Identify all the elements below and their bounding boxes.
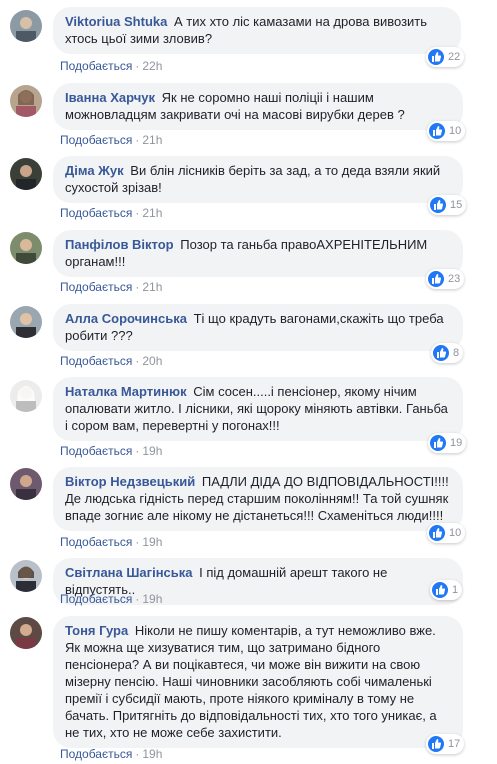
reaction-count[interactable]: 22 — [426, 47, 465, 67]
reaction-count[interactable]: 19 — [428, 433, 467, 453]
comment-bubble: Viktoriua Shtuka А тих хто ліс камазами … — [53, 7, 461, 54]
comment-author[interactable]: Світлана Шагінська — [65, 565, 193, 580]
comment-time[interactable]: 22h — [142, 59, 162, 73]
like-link[interactable]: Подобається — [60, 354, 132, 368]
comment-bubble: Алла Сорочинська Ті що крадуть вагонами,… — [53, 304, 463, 351]
like-link[interactable]: Подобається — [60, 747, 132, 761]
avatar[interactable] — [10, 85, 42, 117]
comment-time[interactable]: 19h — [142, 592, 162, 606]
like-link[interactable]: Подобається — [60, 59, 132, 73]
avatar[interactable] — [10, 468, 42, 500]
comment-bubble: Іванна Харчук Як не соромно нашi полiцii… — [53, 83, 463, 130]
comment-bubble: Діма Жук Ви блін лісників беріть за зад,… — [53, 156, 463, 203]
separator: · — [135, 592, 140, 606]
thumbs-up-icon — [429, 123, 445, 139]
thumbs-up-icon — [428, 271, 444, 287]
thumbs-up-icon — [433, 345, 449, 361]
reaction-count[interactable]: 10 — [427, 523, 466, 543]
comment-actions: Подобається · 21h — [60, 133, 162, 147]
like-count: 10 — [449, 125, 462, 137]
like-count: 1 — [452, 584, 459, 596]
comment-time[interactable]: 19h — [142, 535, 162, 549]
avatar[interactable] — [10, 617, 42, 649]
comment-actions: Подобається · 20h — [60, 354, 162, 368]
comment-bubble: Наталка Мартинюк Сім сосен.....і пенсіон… — [53, 377, 463, 441]
comment-actions: Подобається · 19h — [60, 444, 162, 458]
thumbs-up-icon — [430, 197, 446, 213]
comment-actions: Подобається · 19h — [60, 592, 162, 606]
comment-actions: Подобається · 19h — [60, 535, 162, 549]
separator: · — [135, 354, 140, 368]
comment-author[interactable]: Іванна Харчук — [65, 90, 155, 105]
like-link[interactable]: Подобається — [60, 535, 132, 549]
comment-actions: Подобається · 19h — [60, 747, 162, 761]
like-count: 19 — [450, 437, 463, 449]
avatar[interactable] — [10, 560, 42, 592]
comment-time[interactable]: 19h — [142, 747, 162, 761]
comment-text: Ніколи не пишу коментарів, а тут неможли… — [65, 623, 437, 740]
separator: · — [135, 280, 140, 294]
comment-actions: Подобається · 21h — [60, 280, 162, 294]
comment-bubble: Віктор Недзвецький ПАДЛИ ДІДА ДО ВІДПОВІ… — [53, 467, 463, 531]
thumbs-up-icon — [432, 582, 448, 598]
comment-author[interactable]: Діма Жук — [65, 163, 124, 178]
reaction-count[interactable]: 23 — [426, 269, 465, 289]
comment-author[interactable]: Панфілов Віктор — [65, 237, 174, 252]
separator: · — [135, 206, 140, 220]
separator: · — [135, 747, 140, 761]
comment-author[interactable]: Наталка Мартинюк — [65, 384, 187, 399]
reaction-count[interactable]: 8 — [431, 343, 464, 363]
like-count: 17 — [448, 738, 461, 750]
like-count: 23 — [448, 273, 461, 285]
comment-time[interactable]: 21h — [142, 280, 162, 294]
avatar[interactable] — [10, 232, 42, 264]
thumbs-up-icon — [430, 435, 446, 451]
comment-bubble: Панфілов Віктор Позор та ганьба правоАХР… — [53, 230, 463, 277]
reaction-count[interactable]: 1 — [430, 580, 463, 600]
like-link[interactable]: Подобається — [60, 592, 132, 606]
thumbs-up-icon — [428, 49, 444, 65]
like-link[interactable]: Подобається — [60, 280, 132, 294]
separator: · — [135, 444, 140, 458]
comment-author[interactable]: Viktoriua Shtuka — [65, 14, 167, 29]
reaction-count[interactable]: 10 — [427, 121, 466, 141]
thumbs-up-icon — [429, 525, 445, 541]
thumbs-up-icon — [428, 736, 444, 752]
comment-actions: Подобається · 22h — [60, 59, 162, 73]
comment-time[interactable]: 21h — [142, 133, 162, 147]
avatar[interactable] — [10, 306, 42, 338]
like-link[interactable]: Подобається — [60, 206, 132, 220]
like-link[interactable]: Подобається — [60, 444, 132, 458]
like-count: 22 — [448, 51, 461, 63]
reaction-count[interactable]: 17 — [426, 734, 465, 754]
comment-author[interactable]: Віктор Недзвецький — [65, 474, 195, 489]
separator: · — [135, 59, 140, 73]
avatar[interactable] — [10, 158, 42, 190]
comment-time[interactable]: 21h — [142, 206, 162, 220]
comment-bubble: Тоня Гура Ніколи не пишу коментарів, а т… — [53, 616, 463, 748]
like-count: 10 — [449, 527, 462, 539]
like-count: 15 — [450, 199, 463, 211]
separator: · — [135, 133, 140, 147]
comment-author[interactable]: Тоня Гура — [65, 623, 128, 638]
comment-author[interactable]: Алла Сорочинська — [65, 311, 187, 326]
separator: · — [135, 535, 140, 549]
comment-time[interactable]: 19h — [142, 444, 162, 458]
reaction-count[interactable]: 15 — [428, 195, 467, 215]
like-count: 8 — [453, 347, 460, 359]
avatar[interactable] — [10, 380, 42, 412]
avatar[interactable] — [10, 10, 42, 42]
comment-actions: Подобається · 21h — [60, 206, 162, 220]
like-link[interactable]: Подобається — [60, 133, 132, 147]
comment-time[interactable]: 20h — [142, 354, 162, 368]
